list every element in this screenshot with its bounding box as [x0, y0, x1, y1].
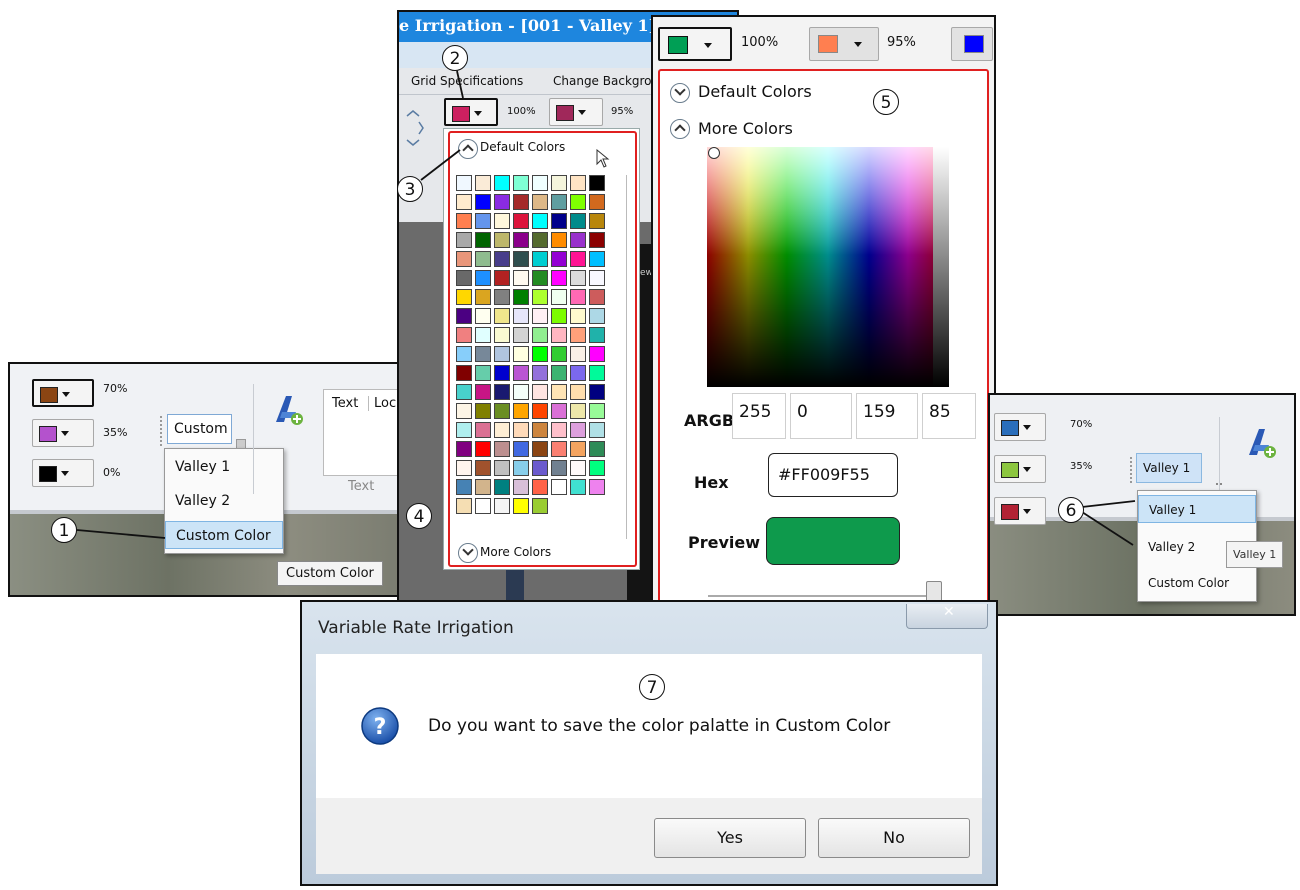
callout-5: 5	[873, 89, 899, 115]
callout-1: 1	[51, 517, 77, 543]
callout-lines	[76, 70, 1136, 546]
callout-4: 4	[406, 503, 432, 529]
callout-6: 6	[1058, 497, 1084, 523]
callout-3: 3	[397, 176, 423, 202]
callout-7: 7	[639, 674, 665, 700]
callout-2: 2	[442, 45, 468, 71]
